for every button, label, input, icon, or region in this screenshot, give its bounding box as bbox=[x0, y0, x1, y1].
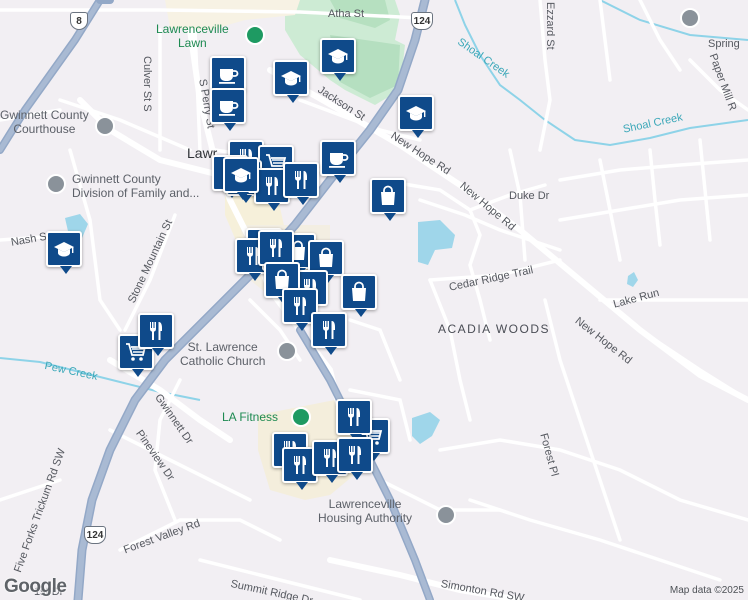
pond bbox=[412, 412, 440, 444]
gym-icon[interactable] bbox=[291, 407, 311, 427]
creek bbox=[0, 357, 201, 401]
street-label: Ezzard St bbox=[544, 2, 556, 50]
place-label[interactable]: LA Fitness bbox=[222, 410, 278, 424]
government-building-icon[interactable] bbox=[46, 174, 66, 194]
route-number: 124 bbox=[413, 16, 431, 27]
place-label[interactable]: St. Lawrence Catholic Church bbox=[180, 340, 265, 368]
creek bbox=[599, 0, 748, 41]
route-number: 124 bbox=[86, 530, 104, 541]
school-marker[interactable] bbox=[398, 95, 434, 138]
neighborhood-label: ACADIA WOODS bbox=[438, 322, 551, 336]
park-icon[interactable] bbox=[245, 25, 265, 45]
pond bbox=[418, 220, 455, 265]
place-label[interactable]: Lawrenceville Housing Authority bbox=[318, 497, 412, 525]
church-icon[interactable] bbox=[277, 341, 297, 361]
restaurant-marker[interactable] bbox=[311, 312, 347, 355]
street-label: Duke Dr bbox=[509, 190, 550, 202]
school-marker[interactable] bbox=[223, 157, 259, 200]
park-name: Lawrenceville Lawn bbox=[156, 22, 229, 50]
school-marker[interactable] bbox=[46, 231, 82, 274]
place-name: Gwinnett County Division of Family and..… bbox=[72, 172, 200, 200]
street-label: Spring bbox=[708, 38, 740, 50]
school-marker[interactable] bbox=[320, 38, 356, 81]
route-number: 8 bbox=[76, 16, 82, 27]
restaurant-marker[interactable] bbox=[258, 230, 294, 273]
store-marker[interactable] bbox=[341, 274, 377, 317]
restaurant-marker[interactable] bbox=[283, 162, 319, 205]
street-label: Atha St bbox=[328, 8, 365, 20]
government-building-icon[interactable] bbox=[95, 116, 115, 136]
place-name: Gwinnett County Courthouse bbox=[0, 108, 89, 136]
government-building-icon[interactable] bbox=[436, 505, 456, 525]
place-name: St. Lawrence Catholic Church bbox=[180, 340, 266, 368]
route-124-shield: 124 bbox=[411, 12, 433, 30]
street-label: Culver St S bbox=[141, 56, 153, 112]
school-marker[interactable] bbox=[273, 60, 309, 103]
route-124-shield: 124 bbox=[84, 526, 106, 544]
park-label[interactable]: Lawrenceville Lawn bbox=[156, 22, 229, 50]
restaurant-marker[interactable] bbox=[336, 399, 372, 442]
cafe-marker[interactable] bbox=[210, 88, 246, 131]
place-label[interactable]: Gwinnett County Courthouse bbox=[0, 108, 89, 136]
cafe-marker[interactable] bbox=[320, 140, 356, 183]
route-8-shield: 8 bbox=[70, 12, 88, 30]
pond bbox=[627, 272, 638, 287]
map-attribution[interactable]: Map data ©2025 bbox=[670, 585, 744, 596]
google-logo[interactable]: Google bbox=[4, 576, 67, 598]
school-icon[interactable] bbox=[680, 8, 700, 28]
place-label[interactable]: Gwinnett County Division of Family and..… bbox=[72, 172, 199, 200]
cafe-marker[interactable] bbox=[210, 56, 246, 99]
store-marker[interactable] bbox=[370, 178, 406, 221]
place-name: Lawrenceville Housing Authority bbox=[318, 497, 413, 525]
restaurant-marker[interactable] bbox=[337, 437, 373, 480]
map-canvas[interactable]: 124 124 8 Atha St Lawrenceville Lawn Cul… bbox=[0, 0, 748, 600]
restaurant-marker[interactable] bbox=[138, 313, 174, 356]
